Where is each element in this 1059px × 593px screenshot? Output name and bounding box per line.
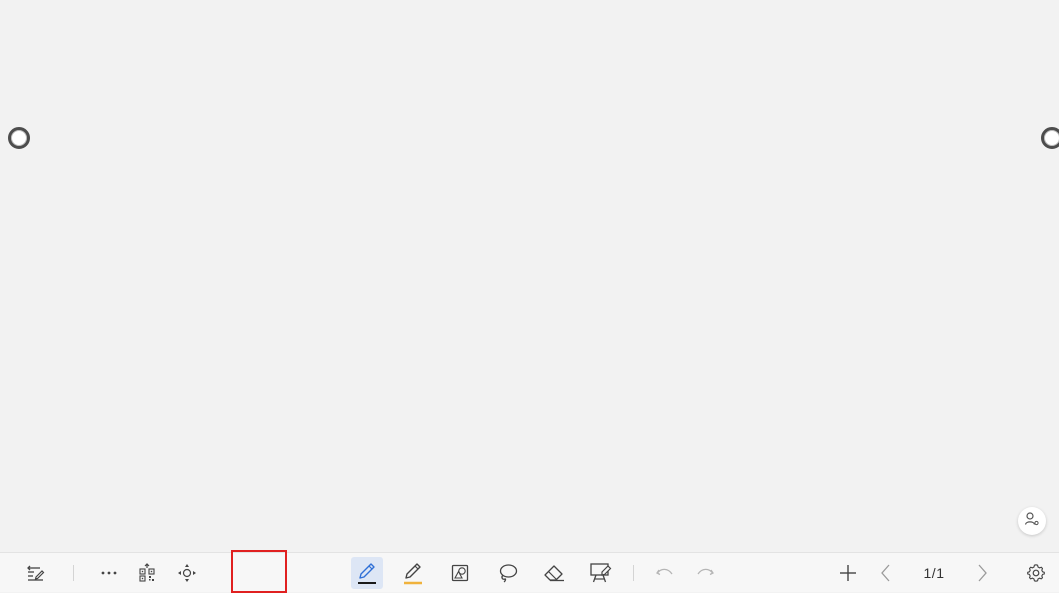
lasso-icon xyxy=(497,562,519,584)
highlighter-tool-button[interactable] xyxy=(397,553,429,593)
more-button[interactable] xyxy=(96,553,122,593)
whiteboard-stand-icon xyxy=(589,562,613,584)
redo-icon xyxy=(695,566,715,580)
page-indicator: 1/1 xyxy=(923,565,945,581)
move-toolbar-button[interactable] xyxy=(173,553,201,593)
left-resize-handle[interactable] xyxy=(8,127,30,149)
next-page-button[interactable] xyxy=(970,553,994,593)
whiteboard-mode-button[interactable] xyxy=(586,553,616,593)
prev-page-button[interactable] xyxy=(874,553,898,593)
toolbar-divider xyxy=(73,565,74,581)
pen-tool-button[interactable] xyxy=(351,553,383,593)
move-toolbar-icon xyxy=(176,562,198,584)
lasso-tool-button[interactable] xyxy=(494,553,522,593)
qr-share-icon xyxy=(137,563,157,583)
eraser-icon xyxy=(542,563,566,583)
bottom-toolbar: 1/1 xyxy=(0,550,1059,593)
highlighter-icon xyxy=(401,560,425,586)
pen-icon xyxy=(355,560,379,586)
more-dots-icon xyxy=(100,570,118,576)
notes-list-icon xyxy=(26,563,46,583)
user-icon xyxy=(1024,511,1040,532)
next-page-icon xyxy=(976,563,988,583)
eraser-tool-button[interactable] xyxy=(539,553,569,593)
prev-page-icon xyxy=(880,563,892,583)
notes-list-button[interactable] xyxy=(22,553,50,593)
redo-button[interactable] xyxy=(692,553,718,593)
shape-tool-button[interactable] xyxy=(446,553,474,593)
qr-share-button[interactable] xyxy=(134,553,160,593)
user-account-button[interactable] xyxy=(1018,507,1046,535)
settings-gear-icon xyxy=(1026,563,1046,583)
highlighted-empty-slot xyxy=(231,550,287,593)
add-page-icon xyxy=(838,563,858,583)
right-resize-handle[interactable] xyxy=(1041,127,1059,149)
toolbar-divider xyxy=(633,565,634,581)
settings-button[interactable] xyxy=(1023,553,1049,593)
undo-button[interactable] xyxy=(652,553,678,593)
shape-recognition-icon xyxy=(450,563,470,583)
undo-icon xyxy=(655,566,675,580)
add-page-button[interactable] xyxy=(835,553,861,593)
whiteboard-canvas[interactable] xyxy=(0,0,1059,552)
